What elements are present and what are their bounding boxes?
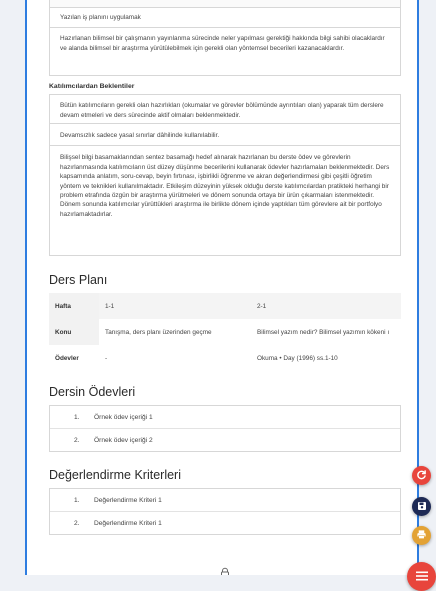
refresh-icon — [416, 467, 427, 485]
list-item-text: Örnek ödev içeriği 2 — [94, 436, 153, 444]
plan-row-label: Konu — [49, 319, 99, 346]
list-item-text: Değerlendirme Kriteri 1 — [94, 496, 162, 504]
homework-title: Dersin Ödevleri — [49, 385, 136, 400]
menu-icon — [415, 568, 428, 586]
objective-item: Yazılan iş planını uygulamak — [49, 8, 401, 29]
expectation-item: Devamsızlık sadece yasal sınırlar dâhili… — [49, 124, 401, 147]
plan-cell: - — [99, 345, 251, 372]
list-item: 1. Değerlendirme Kriteri 1 — [50, 489, 400, 511]
plan-cell: 1-1 — [99, 293, 251, 320]
lock-icon — [219, 566, 231, 575]
plan-row-label: Ödevler — [49, 345, 99, 372]
page-frame: Yazılan iş planını uygulamak Hazırlanan … — [25, 0, 419, 575]
objective-item: Hazırlanan bilimsel bir çalışmanın yayın… — [49, 28, 401, 77]
list-item: 1. Örnek ödev içeriği 1 — [50, 406, 400, 428]
print-icon — [416, 527, 427, 545]
syllabus-content: Yazılan iş planını uygulamak Hazırlanan … — [49, 0, 401, 575]
table-row: Hafta 1-1 2-1 — [49, 293, 401, 320]
list-item-number: 2. — [74, 519, 80, 527]
table-row: Ödevler - Okuma • Day (1996) ss.1-10 — [49, 345, 401, 372]
plan-title: Ders Planı — [49, 273, 108, 288]
plan-cell: Tanışma, ders planı üzerinden geçme — [99, 319, 251, 346]
plan-cell: Bilimsel yazım nedir? Bilimsel yazımın k… — [251, 319, 401, 346]
objective-item-cut — [49, 0, 401, 8]
list-item-text: Değerlendirme Kriteri 1 — [94, 519, 162, 527]
plan-row-label: Hafta — [49, 293, 99, 320]
list-item: 2. Değerlendirme Kriteri 1 — [50, 511, 400, 534]
save-icon — [417, 498, 427, 516]
plan-cell: Okuma • Day (1996) ss.1-10 — [251, 345, 401, 372]
list-item-text: Örnek ödev içeriği 1 — [94, 413, 153, 421]
expectation-item: Bilişsel bilgi basamaklarından sentez ba… — [49, 146, 401, 257]
list-item: 2. Örnek ödev içeriği 2 — [50, 428, 400, 451]
print-button[interactable] — [412, 526, 431, 545]
table-row: Konu Tanışma, ders planı üzerinden geçme… — [49, 319, 401, 346]
save-button[interactable] — [412, 497, 431, 516]
list-item-number: 1. — [74, 413, 80, 421]
refresh-button[interactable] — [412, 466, 431, 485]
plan-table: Hafta 1-1 2-1 Konu Tanışma, ders planı ü… — [49, 293, 401, 372]
list-item-number: 2. — [74, 436, 80, 444]
menu-button[interactable] — [407, 562, 436, 591]
expectations-title: Katılımcılardan Beklentiler — [49, 83, 135, 91]
homework-list: 1. Örnek ödev içeriği 1 2. Örnek ödev iç… — [49, 405, 401, 453]
plan-cell: 2-1 — [251, 293, 401, 320]
expectation-item: Bütün katılımcıların gerekli olan hazırl… — [49, 94, 401, 125]
list-item-number: 1. — [74, 496, 80, 504]
criteria-list: 1. Değerlendirme Kriteri 1 2. Değerlendi… — [49, 488, 401, 536]
criteria-title: Değerlendirme Kriterleri — [49, 468, 181, 483]
